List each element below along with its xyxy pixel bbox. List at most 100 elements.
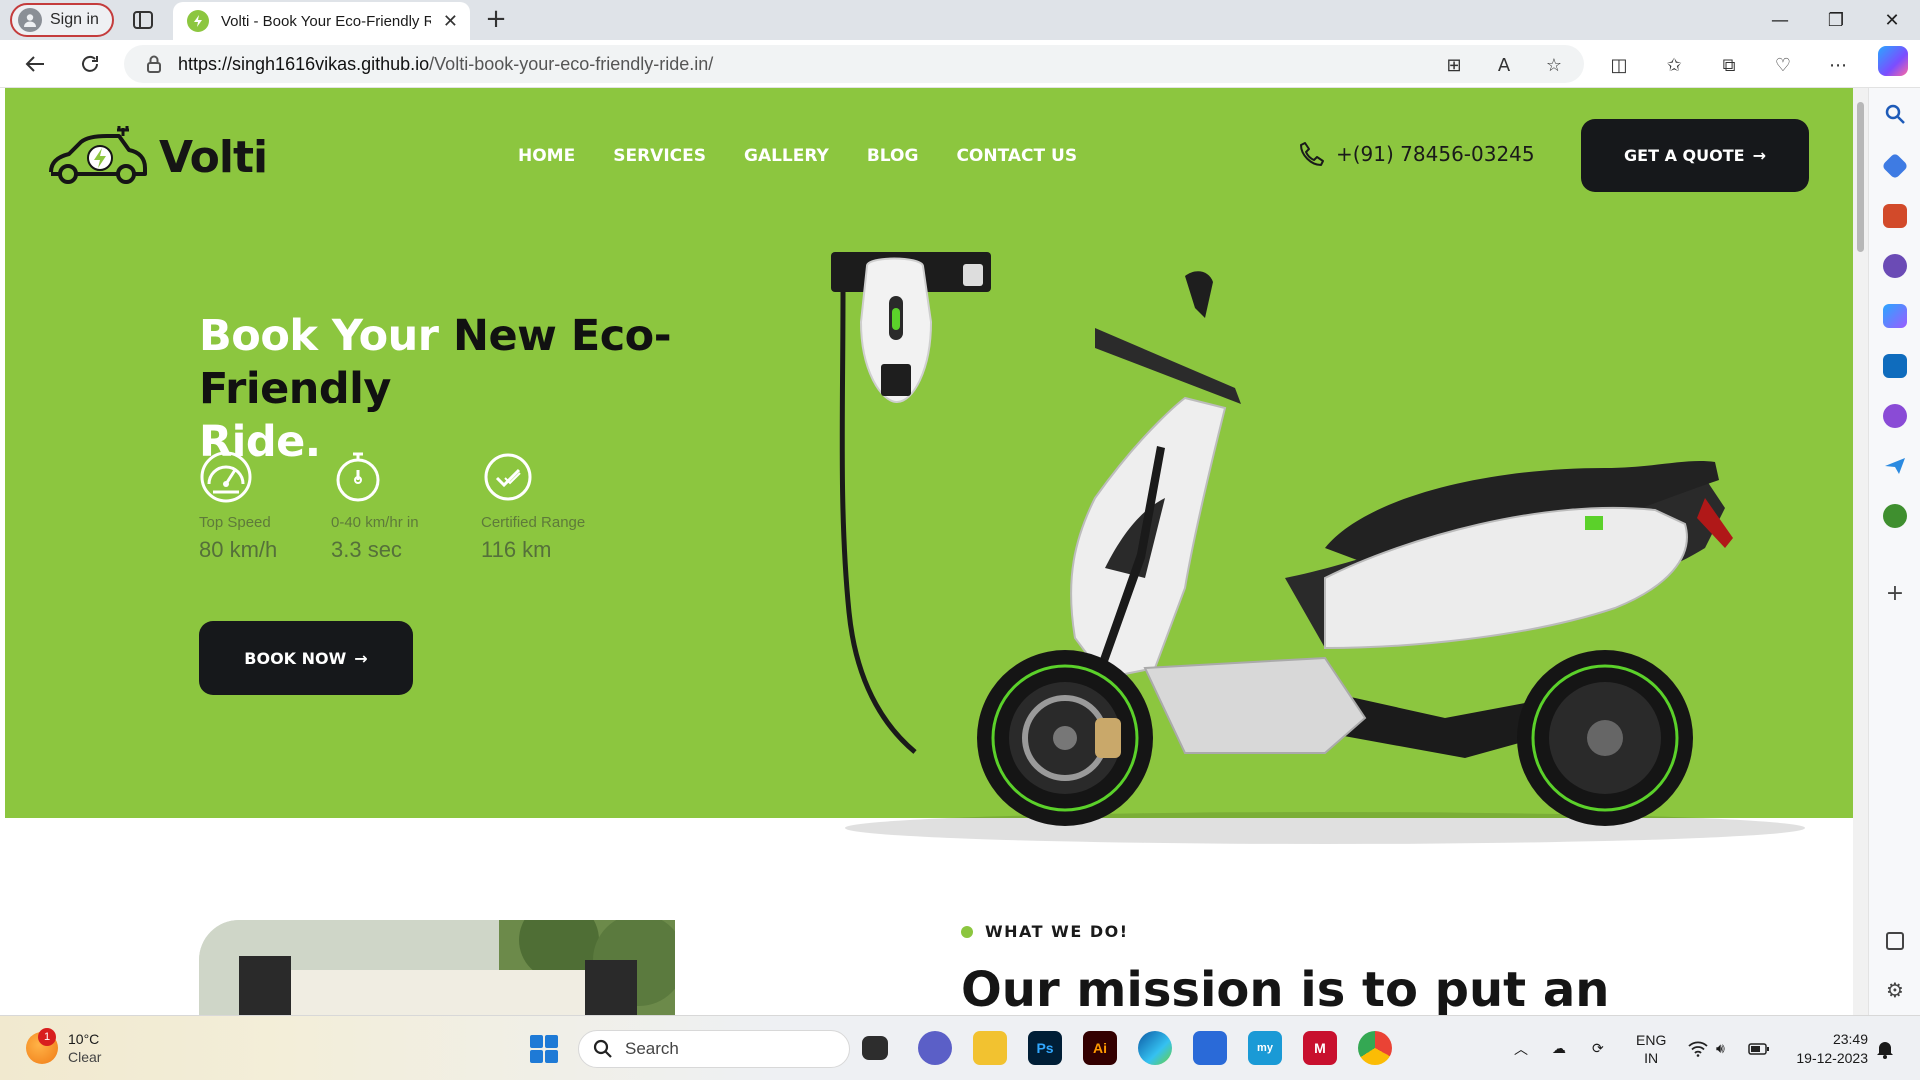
mission-heading: Our mission is to put an bbox=[961, 962, 1610, 1015]
stat-certified-range: Certified Range 116 km bbox=[481, 450, 585, 563]
favorite-star-icon[interactable]: ☆ bbox=[1541, 52, 1567, 78]
send-icon[interactable] bbox=[1883, 454, 1907, 478]
phone-contact[interactable]: +(91) 78456-03245 bbox=[1298, 140, 1535, 168]
section-tag-text: WHAT WE DO! bbox=[985, 922, 1129, 941]
split-screen-icon[interactable]: ◫ bbox=[1606, 52, 1632, 78]
windows-start-icon[interactable] bbox=[530, 1035, 558, 1063]
back-arrow-icon bbox=[25, 56, 44, 72]
browser-essentials-icon[interactable]: ♡ bbox=[1770, 52, 1796, 78]
weather-temperature: 10°C bbox=[68, 1031, 100, 1047]
region-code: IN bbox=[1644, 1049, 1659, 1066]
microsoft-365-icon[interactable] bbox=[1883, 304, 1907, 328]
tools-icon[interactable] bbox=[1883, 204, 1907, 228]
nav-services[interactable]: SERVICES bbox=[613, 146, 706, 166]
myhp-icon[interactable]: my bbox=[1248, 1031, 1282, 1065]
page-scrollbar[interactable] bbox=[1853, 88, 1868, 1015]
task-view-icon[interactable] bbox=[862, 1036, 888, 1060]
browser-tab-bar: Sign in Volti - Book Your Eco-Friendly R… bbox=[0, 0, 1920, 40]
close-window-button[interactable]: ✕ bbox=[1864, 0, 1920, 40]
nav-gallery[interactable]: GALLERY bbox=[744, 146, 829, 166]
wifi-icon[interactable] bbox=[1688, 1016, 1708, 1080]
sync-icon[interactable]: ⟳ bbox=[1592, 1016, 1604, 1080]
refresh-icon bbox=[82, 55, 98, 72]
url-field[interactable]: https://singh1616vikas.github.io/Volti-b… bbox=[124, 45, 1584, 83]
active-tab[interactable]: Volti - Book Your Eco-Friendly Ride ✕ bbox=[173, 2, 470, 40]
collections-icon[interactable]: ⧉ bbox=[1716, 52, 1742, 78]
teams-chat-icon[interactable] bbox=[918, 1031, 952, 1065]
tree-icon[interactable] bbox=[1883, 504, 1907, 528]
outlook-icon[interactable] bbox=[1883, 354, 1907, 378]
windows-taskbar: 1 10°C Clear Search Ps Ai my M ︿ ☁ ⟳ ENG… bbox=[0, 1015, 1920, 1080]
microsoft-store-icon[interactable] bbox=[1193, 1031, 1227, 1065]
notification-bell-icon[interactable] bbox=[1876, 1016, 1894, 1080]
mcafee-icon[interactable]: M bbox=[1303, 1031, 1337, 1065]
nav-contact-us[interactable]: CONTACT US bbox=[956, 146, 1077, 166]
games-icon[interactable] bbox=[1883, 254, 1907, 278]
app-available-icon[interactable]: ⊞ bbox=[1441, 52, 1467, 78]
refresh-button[interactable] bbox=[75, 49, 105, 79]
stat-top-speed: Top Speed 80 km/h bbox=[199, 450, 277, 563]
profile-icon bbox=[18, 8, 42, 32]
stat-value: 116 km bbox=[481, 537, 552, 562]
language-code: ENG bbox=[1636, 1031, 1667, 1048]
hide-sidebar-icon[interactable] bbox=[1886, 932, 1904, 950]
gallery-charging-station-image bbox=[199, 920, 675, 1015]
search-icon[interactable] bbox=[1883, 102, 1907, 126]
new-tab-button[interactable]: + bbox=[482, 6, 510, 34]
taskbar-search-box[interactable]: Search bbox=[578, 1030, 850, 1068]
time: 23:49 bbox=[1832, 1030, 1868, 1047]
volume-icon[interactable]: 🔊︎ bbox=[1716, 1016, 1725, 1080]
read-aloud-icon[interactable]: A bbox=[1491, 52, 1517, 78]
nav-blog[interactable]: BLOG bbox=[867, 146, 919, 166]
site-logo[interactable]: Volti bbox=[47, 124, 268, 190]
favorites-icon[interactable]: ✩ bbox=[1661, 52, 1687, 78]
clock[interactable]: 23:49 19-12-2023 bbox=[1786, 1016, 1868, 1080]
phone-number: +(91) 78456-03245 bbox=[1336, 142, 1535, 166]
photoshop-icon[interactable]: Ps bbox=[1028, 1031, 1062, 1065]
certified-check-icon bbox=[484, 453, 532, 501]
arrow-right-icon: → bbox=[354, 648, 368, 668]
book-now-label: BOOK NOW bbox=[244, 648, 347, 668]
add-icon[interactable]: + bbox=[1883, 582, 1907, 606]
designer-icon[interactable] bbox=[1883, 404, 1907, 428]
illustrator-icon[interactable]: Ai bbox=[1083, 1031, 1117, 1065]
battery-icon[interactable] bbox=[1748, 1016, 1770, 1080]
weather-description: Clear bbox=[68, 1049, 102, 1065]
stat-acceleration: 0-40 km/hr in 3.3 sec bbox=[331, 450, 419, 563]
section-tagline: WHAT WE DO! bbox=[961, 922, 1129, 941]
scrollbar-thumb[interactable] bbox=[1857, 102, 1864, 252]
book-now-button[interactable]: BOOK NOW → bbox=[199, 621, 413, 695]
close-tab-icon[interactable]: ✕ bbox=[443, 11, 458, 32]
restore-button[interactable]: ❐ bbox=[1808, 0, 1864, 40]
stat-label: Top Speed bbox=[199, 514, 271, 531]
edge-browser-icon[interactable] bbox=[1138, 1031, 1172, 1065]
chrome-icon[interactable] bbox=[1358, 1031, 1392, 1065]
ev-car-logo-icon bbox=[49, 126, 147, 184]
logo-text: Volti bbox=[159, 131, 268, 183]
arrow-right-icon: → bbox=[1752, 146, 1766, 165]
shopping-tag-icon[interactable] bbox=[1881, 152, 1909, 180]
onedrive-icon[interactable]: ☁ bbox=[1552, 1016, 1566, 1080]
weather-widget[interactable]: 1 10°C Clear bbox=[26, 1028, 102, 1066]
minimize-button[interactable]: — bbox=[1752, 0, 1808, 40]
language-indicator[interactable]: ENG IN bbox=[1636, 1016, 1666, 1080]
speedometer-icon bbox=[200, 451, 252, 503]
get-a-quote-button[interactable]: GET A QUOTE → bbox=[1581, 119, 1809, 192]
more-options-icon[interactable]: ⋯ bbox=[1825, 52, 1851, 78]
weather-moon-icon: 1 bbox=[26, 1028, 58, 1064]
nav-home[interactable]: HOME bbox=[518, 146, 575, 166]
date: 19-12-2023 bbox=[1796, 1049, 1868, 1066]
tab-actions-icon[interactable] bbox=[131, 8, 155, 32]
file-explorer-icon[interactable] bbox=[973, 1031, 1007, 1065]
edge-sidebar: + ⚙ bbox=[1868, 88, 1920, 1015]
hero-headline: Book Your New Eco-Friendly Ride. bbox=[199, 311, 672, 467]
get-a-quote-label: GET A QUOTE bbox=[1624, 146, 1745, 165]
back-button[interactable] bbox=[20, 49, 50, 79]
stat-label: Certified Range bbox=[481, 514, 586, 531]
stat-value: 80 km/h bbox=[199, 537, 278, 562]
show-hidden-icons[interactable]: ︿ bbox=[1514, 1016, 1528, 1080]
copilot-icon[interactable] bbox=[1878, 46, 1908, 76]
browser-address-bar: https://singh1616vikas.github.io/Volti-b… bbox=[0, 40, 1920, 88]
settings-gear-icon[interactable]: ⚙ bbox=[1883, 978, 1907, 1002]
sign-in-button[interactable]: Sign in bbox=[10, 3, 114, 37]
